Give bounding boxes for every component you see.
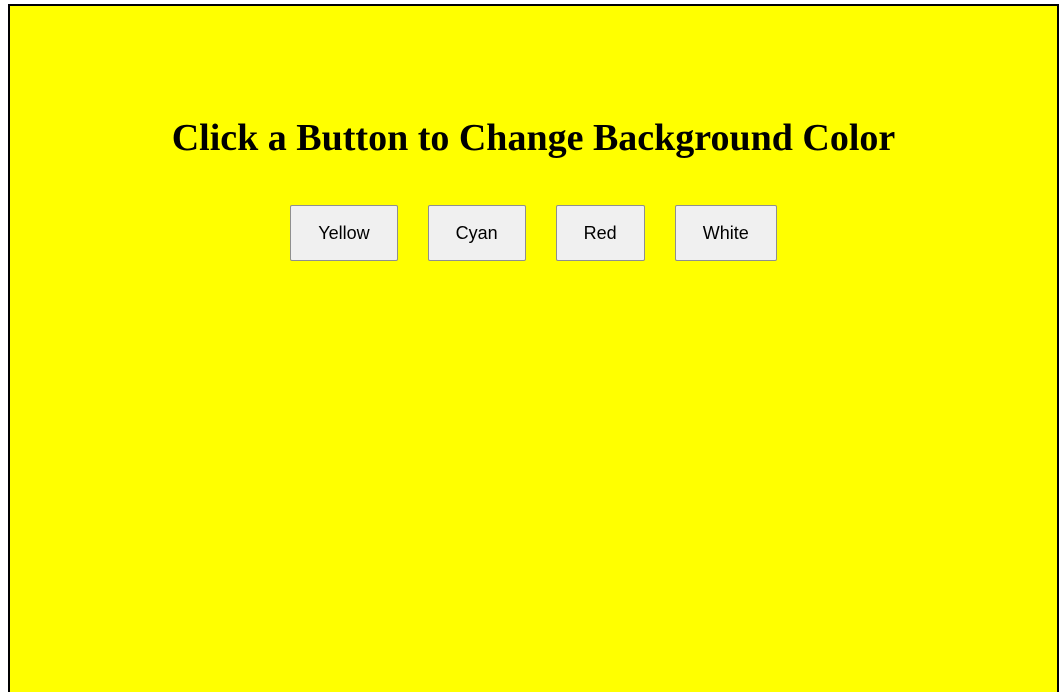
page-viewport: Click a Button to Change Background Colo… bbox=[8, 4, 1059, 692]
yellow-button[interactable]: Yellow bbox=[290, 205, 398, 261]
white-button[interactable]: White bbox=[674, 205, 777, 261]
button-row: Yellow Cyan Red White bbox=[10, 205, 1057, 261]
page-title: Click a Button to Change Background Colo… bbox=[171, 117, 896, 159]
red-button[interactable]: Red bbox=[555, 205, 645, 261]
cyan-button[interactable]: Cyan bbox=[427, 205, 526, 261]
